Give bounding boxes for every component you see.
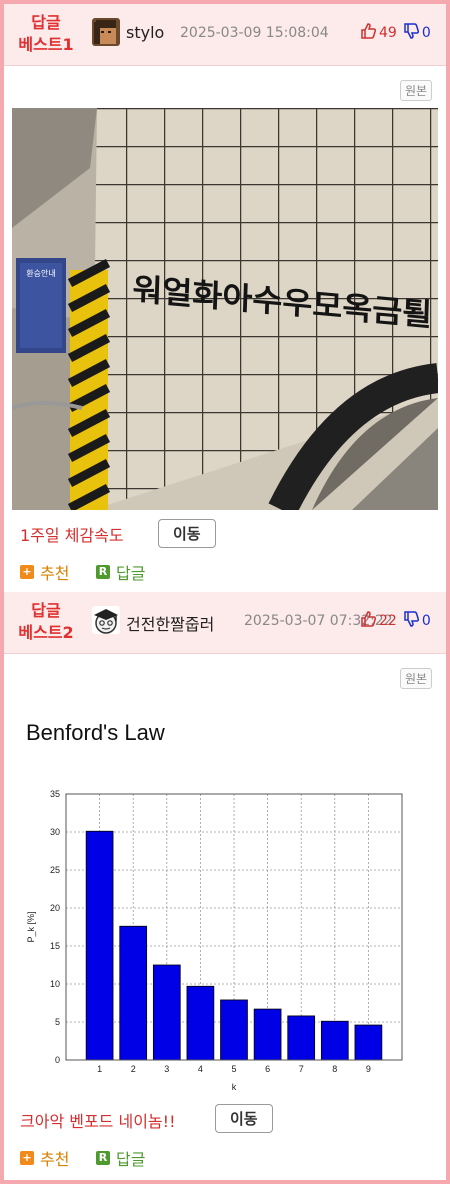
chart-y-tick-label: 10 — [50, 979, 60, 989]
chart-x-tick-label: 2 — [131, 1064, 136, 1074]
chart-x-tick-label: 9 — [366, 1064, 371, 1074]
upvote-count: 49 — [379, 25, 397, 41]
chart-y-tick-label: 5 — [55, 1017, 60, 1027]
best-line2: 베스트2 — [18, 623, 74, 642]
reply-label: 답글 — [116, 1150, 146, 1169]
reply-label: 답글 — [116, 564, 146, 583]
chart-x-ticks: 1 2 3 4 5 6 7 8 9 — [97, 1064, 371, 1074]
chart-y-tick-label: 20 — [50, 903, 60, 913]
chart-bar-2 — [119, 925, 148, 1061]
chart-x-tick-label: 6 — [265, 1064, 270, 1074]
thumbs-up-icon[interactable] — [360, 611, 377, 631]
best-reply-badge: 답글 베스트1 — [16, 12, 76, 56]
vote-box: 22 0 — [360, 611, 431, 631]
author-name[interactable]: 건전한짤줍러 — [126, 611, 214, 635]
post-caption: 크아악 벤포드 네이놈!! — [20, 1112, 176, 1131]
chart-x-axis-label: k — [232, 1082, 237, 1092]
chart-x-tick-label: 4 — [198, 1064, 203, 1074]
avatar[interactable] — [92, 606, 120, 634]
chart-title: Benford's Law — [26, 720, 165, 745]
chart-x-tick-label: 7 — [299, 1064, 304, 1074]
chart-bar-3 — [152, 964, 181, 1061]
chart-bar-5 — [220, 999, 248, 1061]
upvote-count: 22 — [379, 613, 397, 629]
best-line2: 베스트1 — [18, 35, 74, 54]
chart-bar-4 — [186, 985, 215, 1061]
chart-bar-7 — [287, 1015, 316, 1061]
post-datetime: 2025-03-09 15:08:04 — [180, 25, 329, 41]
station-sign-text: 환승안내 — [26, 268, 55, 278]
post-image-chart: Benford's Law 0 5 10 15 20 25 30 35 1 2 3 4 5 6 7 8 9 k… — [12, 696, 438, 1100]
thumbs-down-icon[interactable] — [403, 23, 419, 43]
vote-box: 49 0 — [360, 23, 431, 43]
avatar[interactable] — [92, 18, 120, 46]
post-header: 답글 베스트2 건전한짤줍러 2025-03-07 07:32:22 22 0 — [4, 592, 446, 654]
reply-post-1: 답글 베스트1 stylo 2025-03-09 15:08:04 49 0 원… — [4, 4, 446, 592]
post-header: 답글 베스트1 stylo 2025-03-09 15:08:04 49 0 — [4, 4, 446, 66]
downvote-count: 0 — [421, 613, 431, 629]
reply-icon: R — [96, 1151, 110, 1165]
chart-y-ticks: 0 5 10 15 20 25 30 35 — [50, 789, 60, 1065]
post-caption: 1주일 체감속도 — [20, 526, 124, 545]
recommend-icon: + — [20, 1151, 34, 1165]
chart-y-tick-label: 30 — [50, 827, 60, 837]
chart-y-axis-label: P_k [%] — [26, 911, 36, 942]
best-line1: 답글 — [31, 13, 61, 32]
chart-y-tick-label: 35 — [50, 789, 60, 799]
thumbs-down-icon[interactable] — [403, 611, 419, 631]
move-button[interactable]: 이동 — [158, 519, 216, 548]
recommend-icon: + — [20, 565, 34, 579]
recommend-label: 추천 — [40, 564, 70, 583]
downvote-count: 0 — [421, 25, 431, 41]
thumbs-up-icon[interactable] — [360, 23, 377, 43]
reply-button[interactable]: R 답글 — [96, 1146, 145, 1170]
post-image: 환승안내 워얼화아수우모옥금퇼 — [12, 108, 438, 510]
chart-bar-9 — [354, 1024, 383, 1061]
original-image-button[interactable]: 원본 — [400, 80, 433, 101]
best-reply-badge: 답글 베스트2 — [16, 600, 76, 644]
chart-bar-6 — [253, 1008, 282, 1061]
chart-y-tick-label: 25 — [50, 865, 60, 875]
chart-bar-1 — [85, 830, 114, 1061]
chart-bar-8 — [320, 1020, 349, 1061]
chart-x-tick-label: 5 — [231, 1064, 236, 1074]
recommend-label: 추천 — [40, 1150, 70, 1169]
recommend-button[interactable]: + 추천 — [20, 1146, 69, 1170]
chart-y-tick-label: 15 — [50, 941, 60, 951]
best-line1: 답글 — [31, 601, 61, 620]
reply-post-2: 답글 베스트2 건전한짤줍러 2025-03-07 07:32:22 22 0 — [4, 592, 446, 1180]
move-button[interactable]: 이동 — [215, 1104, 273, 1133]
original-image-button[interactable]: 원본 — [400, 668, 433, 689]
chart-x-tick-label: 8 — [332, 1064, 337, 1074]
chart-x-tick-label: 3 — [164, 1064, 169, 1074]
chart-y-tick-label: 0 — [55, 1055, 60, 1065]
chart-x-tick-label: 1 — [97, 1064, 102, 1074]
reply-button[interactable]: R 답글 — [96, 560, 145, 584]
reply-icon: R — [96, 565, 110, 579]
recommend-button[interactable]: + 추천 — [20, 560, 69, 584]
benford-chart: Benford's Law 0 5 10 15 20 25 30 35 1 2 3 4 5 6 7 8 9 k… — [26, 720, 403, 1092]
author-name[interactable]: stylo — [126, 23, 164, 42]
